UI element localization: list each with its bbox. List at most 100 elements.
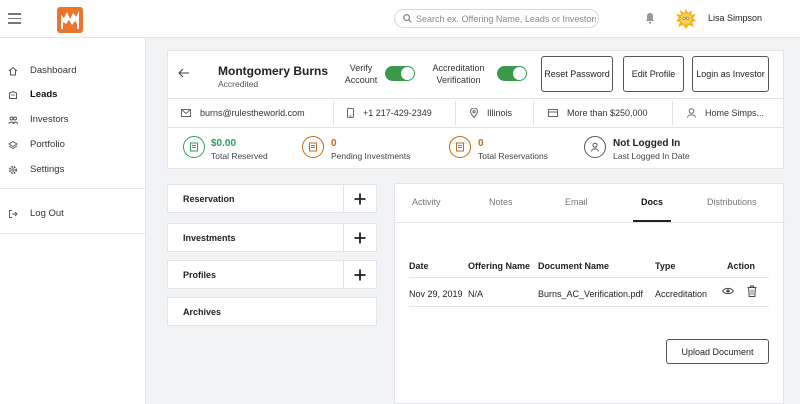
plus-icon[interactable] xyxy=(343,224,376,251)
total-reservations-value: 0 xyxy=(478,138,484,149)
search-box[interactable] xyxy=(394,9,599,28)
table-header-divider xyxy=(409,277,769,278)
sidebar-item-settings[interactable]: Settings xyxy=(8,164,64,175)
user-icon xyxy=(687,108,696,118)
accreditation-verification-label: Accreditation Verification xyxy=(432,63,485,85)
sidebar-item-logout[interactable]: Log Out xyxy=(8,208,64,219)
reserved-icon xyxy=(183,136,205,158)
tabs-divider xyxy=(395,222,785,223)
sidebar-divider xyxy=(0,188,146,189)
leads-icon xyxy=(9,90,17,99)
accordion-label: Archives xyxy=(183,307,222,317)
accordion-reservation[interactable]: Reservation xyxy=(167,184,377,213)
accordion-investments[interactable]: Investments xyxy=(167,223,377,252)
login-status-icon xyxy=(584,136,606,158)
top-bar: Lisa Simpson xyxy=(0,0,800,38)
column-header-action: Action xyxy=(727,261,755,271)
tab-activity[interactable]: Activity xyxy=(412,197,441,207)
portfolio-icon xyxy=(8,140,18,149)
logout-icon xyxy=(9,209,18,218)
phone-info: +1 217-429-2349 xyxy=(347,101,432,125)
reset-password-button[interactable]: Reset Password xyxy=(541,56,613,92)
accordion-label: Profiles xyxy=(183,270,217,280)
sidebar-item-label: Portfolio xyxy=(30,139,65,150)
plus-icon[interactable] xyxy=(343,261,376,288)
net-worth-text: More than $250,000 xyxy=(567,108,648,118)
home-icon xyxy=(8,66,18,75)
sidebar-item-label: Dashboard xyxy=(30,65,77,76)
accordion-label: Investments xyxy=(183,233,236,243)
column-header-type: Type xyxy=(655,261,676,271)
accordion-label: Reservation xyxy=(183,194,235,204)
info-separator xyxy=(333,101,334,125)
bell-icon[interactable] xyxy=(645,12,655,27)
edit-profile-button[interactable]: Edit Profile xyxy=(623,56,684,92)
active-tab-indicator xyxy=(633,220,671,222)
column-header-date: Date xyxy=(409,261,429,271)
doc-offering: N/A xyxy=(468,289,484,299)
info-separator xyxy=(533,101,534,125)
sidebar-item-portfolio[interactable]: Portfolio xyxy=(8,139,65,150)
trash-icon[interactable] xyxy=(747,285,757,300)
state-text: Illinois xyxy=(487,108,513,118)
column-header-document-name: Document Name xyxy=(538,261,610,271)
sidebar-item-label: Leads xyxy=(30,89,58,100)
eye-icon[interactable] xyxy=(721,287,735,298)
sidebar-item-label: Investors xyxy=(30,114,69,125)
pending-investments-value: 0 xyxy=(331,138,337,149)
tab-docs[interactable]: Docs xyxy=(641,197,663,207)
accordion-profiles[interactable]: Profiles xyxy=(167,260,377,289)
tab-distributions[interactable]: Distributions xyxy=(707,197,757,207)
company-info: Home Simps... xyxy=(687,101,764,125)
mail-icon xyxy=(181,109,191,117)
email-text: burns@rulestheworld.com xyxy=(200,108,305,118)
upload-document-button[interactable]: Upload Document xyxy=(666,339,769,364)
phone-text: +1 217-429-2349 xyxy=(363,108,432,118)
sidebar-item-dashboard[interactable]: Dashboard xyxy=(8,65,76,76)
gear-icon xyxy=(8,165,18,174)
sidebar-item-investors[interactable]: Investors xyxy=(8,114,69,125)
profile-name: Montgomery Burns xyxy=(218,64,329,78)
location-info: Illinois xyxy=(470,101,512,125)
search-icon xyxy=(403,14,412,23)
total-reservations-label: Total Reservations xyxy=(478,151,548,161)
sidebar-item-label: Settings xyxy=(30,164,65,175)
investors-icon xyxy=(8,116,18,124)
accordion-archives[interactable]: Archives xyxy=(167,297,377,326)
tab-notes[interactable]: Notes xyxy=(489,197,513,207)
plus-icon[interactable] xyxy=(343,185,376,212)
location-pin-icon xyxy=(470,108,478,118)
doc-date: Nov 29, 2019 xyxy=(409,289,463,299)
sidebar-divider xyxy=(0,233,146,234)
accreditation-verification-toggle[interactable] xyxy=(497,66,527,81)
total-reserved-label: Total Reserved xyxy=(211,151,268,161)
reservations-icon xyxy=(449,136,471,158)
accreditation-status: Accredited xyxy=(218,79,259,89)
doc-type: Accreditation xyxy=(655,289,708,299)
sidebar-item-label: Log Out xyxy=(30,208,64,219)
phone-icon xyxy=(347,108,354,118)
search-input[interactable] xyxy=(416,13,596,24)
menu-icon[interactable] xyxy=(8,13,21,24)
login-as-investor-button[interactable]: Login as Investor xyxy=(692,56,769,92)
table-row-divider xyxy=(409,306,769,307)
company-text: Home Simps... xyxy=(705,108,765,118)
back-arrow-icon[interactable] xyxy=(178,68,190,81)
avatar[interactable] xyxy=(676,9,696,29)
net-worth-info: More than $250,000 xyxy=(548,101,648,125)
bank-icon xyxy=(548,109,558,117)
user-name[interactable]: Lisa Simpson xyxy=(708,13,762,23)
tab-email[interactable]: Email xyxy=(565,197,588,207)
sidebar-item-leads[interactable]: Leads xyxy=(8,89,57,100)
login-status-value: Not Logged In xyxy=(613,138,681,149)
pending-investments-label: Pending Investments xyxy=(331,151,411,161)
info-separator xyxy=(672,101,673,125)
details-panel: Activity Notes Email Docs Distributions … xyxy=(394,183,785,404)
brand-logo[interactable] xyxy=(57,7,83,33)
pending-icon xyxy=(302,136,324,158)
doc-name[interactable]: Burns_AC_Verification.pdf xyxy=(538,289,643,299)
column-header-offering-name: Offering Name xyxy=(468,261,531,271)
stats-bar xyxy=(167,127,784,169)
info-separator xyxy=(455,101,456,125)
verify-account-toggle[interactable] xyxy=(385,66,415,81)
